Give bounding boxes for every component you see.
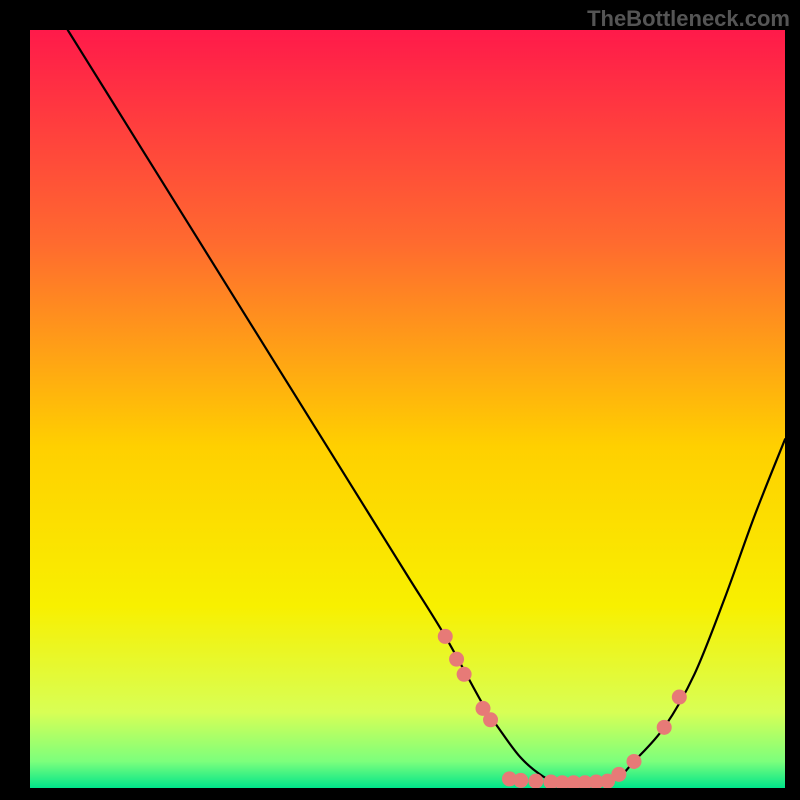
marker-point: [449, 652, 464, 667]
marker-point: [672, 690, 687, 705]
chart-container: TheBottleneck.com: [0, 0, 800, 800]
attribution-label: TheBottleneck.com: [587, 6, 790, 32]
marker-point: [657, 720, 672, 735]
marker-point: [611, 767, 626, 782]
marker-point: [627, 754, 642, 769]
marker-point: [483, 712, 498, 727]
gradient-background: [30, 30, 785, 788]
marker-point: [513, 773, 528, 788]
marker-point: [528, 774, 543, 789]
marker-point: [457, 667, 472, 682]
bottleneck-chart: [0, 0, 800, 800]
marker-point: [438, 629, 453, 644]
